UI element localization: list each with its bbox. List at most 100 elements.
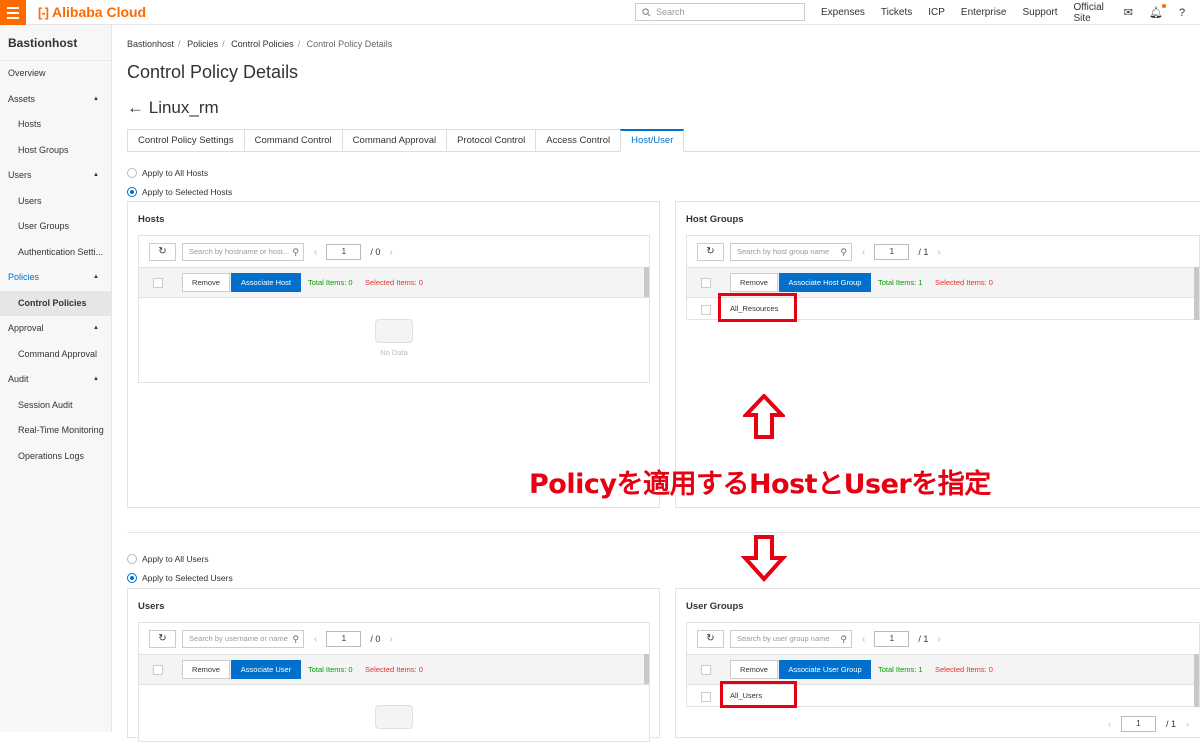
radio-apply-selected-users[interactable]: Apply to Selected Users: [127, 573, 233, 583]
nav-official-site[interactable]: Official Site: [1074, 2, 1108, 24]
sidebar-item-session-audit[interactable]: Session Audit: [0, 393, 111, 419]
refresh-icon[interactable]: ↻: [697, 630, 724, 648]
associate-host-button[interactable]: Associate Host: [231, 273, 301, 292]
associate-host-group-button[interactable]: Associate Host Group: [779, 273, 871, 292]
tab-command-approval[interactable]: Command Approval: [341, 129, 448, 152]
bell-icon[interactable]: 🔔︎: [1149, 4, 1166, 19]
next-page-icon[interactable]: ›: [937, 247, 940, 258]
sidebar-item-users[interactable]: Users: [0, 189, 111, 215]
prev-page-icon[interactable]: ‹: [862, 634, 865, 645]
row-checkbox[interactable]: [701, 692, 711, 702]
sidebar-item-command-approval[interactable]: Command Approval: [0, 342, 111, 368]
hosts-search-input[interactable]: Search by hostname or host... ⚲: [182, 243, 304, 261]
refresh-icon[interactable]: ↻: [149, 630, 176, 648]
radio-button[interactable]: [127, 554, 137, 564]
radio-button[interactable]: [127, 168, 137, 178]
scrollbar[interactable]: [644, 267, 649, 297]
search-icon[interactable]: ⚲: [840, 631, 847, 647]
refresh-icon[interactable]: ↻: [149, 243, 176, 261]
sidebar-item-overview[interactable]: Overview: [0, 61, 111, 87]
scrollbar[interactable]: [1194, 654, 1199, 707]
global-search-input[interactable]: Search: [635, 3, 805, 21]
help-icon[interactable]: ?: [1179, 7, 1185, 19]
hamburger-menu-icon[interactable]: [0, 0, 26, 25]
back-arrow-icon[interactable]: ←: [127, 98, 144, 117]
nav-icp[interactable]: ICP: [928, 7, 945, 18]
sidebar-item-real-time-monitoring[interactable]: Real-Time Monitoring: [0, 418, 111, 444]
associate-user-button[interactable]: Associate User: [231, 660, 301, 679]
search-icon[interactable]: ⚲: [292, 631, 299, 647]
prev-page-icon[interactable]: ‹: [314, 634, 317, 645]
user-groups-toolbar: ↻ Search by user group name ⚲ ‹ 1 / 1 ›: [697, 630, 941, 648]
prev-page-icon[interactable]: ‹: [314, 247, 317, 258]
radio-label: Apply to All Users: [142, 554, 209, 564]
tab-access-control[interactable]: Access Control: [535, 129, 622, 152]
page-input[interactable]: 1: [326, 631, 362, 647]
sidebar-group-policies[interactable]: Policies: [0, 265, 111, 291]
tab-control-policy-settings[interactable]: Control Policy Settings: [127, 129, 245, 152]
policy-name-header: ← Linux_rm: [127, 98, 219, 118]
nav-expenses[interactable]: Expenses: [821, 7, 865, 18]
sidebar-item-user-groups[interactable]: User Groups: [0, 214, 111, 240]
sidebar-item-host-groups[interactable]: Host Groups: [0, 138, 111, 164]
sidebar-item-control-policies[interactable]: Control Policies: [0, 290, 111, 316]
remove-button[interactable]: Remove: [730, 273, 778, 292]
page-input[interactable]: 1: [326, 244, 362, 260]
scrollbar[interactable]: [644, 654, 649, 684]
breadcrumb-policies[interactable]: Policies: [187, 39, 218, 49]
radio-button[interactable]: [127, 573, 137, 583]
select-all-checkbox[interactable]: [701, 278, 711, 288]
next-page-icon[interactable]: ›: [1186, 719, 1189, 729]
search-placeholder: Search by username or name: [189, 634, 288, 643]
users-search-input[interactable]: Search by username or name ⚲: [182, 630, 304, 648]
tab-host-user[interactable]: Host/User: [620, 129, 685, 152]
host-groups-search-input[interactable]: Search by host group name ⚲: [730, 243, 852, 261]
radio-apply-all-users[interactable]: Apply to All Users: [127, 554, 209, 564]
next-page-icon[interactable]: ›: [937, 634, 940, 645]
selected-items: Selected Items: 0: [365, 665, 423, 674]
nav-tickets[interactable]: Tickets: [881, 7, 912, 18]
sidebar-item-operations-logs[interactable]: Operations Logs: [0, 444, 111, 470]
search-icon[interactable]: ⚲: [292, 244, 299, 260]
page-input[interactable]: 1: [874, 244, 910, 260]
annotation-text: Policyを適用するHostとUserを指定: [529, 469, 991, 500]
associate-user-group-button[interactable]: Associate User Group: [779, 660, 871, 679]
sidebar-group-audit[interactable]: Audit: [0, 367, 111, 393]
breadcrumb-bastionhost[interactable]: Bastionhost: [127, 39, 174, 49]
users-panel-title: Users: [138, 601, 165, 612]
radio-button[interactable]: [127, 187, 137, 197]
sidebar-item-hosts[interactable]: Hosts: [0, 112, 111, 138]
select-all-checkbox[interactable]: [701, 665, 711, 675]
message-icon[interactable]: ✉: [1124, 6, 1133, 19]
prev-page-icon[interactable]: ‹: [862, 247, 865, 258]
page-input[interactable]: 1: [874, 631, 910, 647]
page-input[interactable]: 1: [1121, 716, 1156, 732]
sidebar-group-users[interactable]: Users: [0, 163, 111, 189]
select-all-checkbox[interactable]: [153, 278, 163, 288]
nav-enterprise[interactable]: Enterprise: [961, 7, 1007, 18]
user-groups-search-input[interactable]: Search by user group name ⚲: [730, 630, 852, 648]
scrollbar[interactable]: [1194, 267, 1199, 320]
next-page-icon[interactable]: ›: [389, 247, 392, 258]
radio-apply-all-hosts[interactable]: Apply to All Hosts: [127, 168, 208, 178]
sidebar-group-approval[interactable]: Approval: [0, 316, 111, 342]
breadcrumb-control-policies[interactable]: Control Policies: [231, 39, 294, 49]
sidebar-group-assets[interactable]: Assets: [0, 87, 111, 113]
radio-apply-selected-hosts[interactable]: Apply to Selected Hosts: [127, 187, 232, 197]
remove-button[interactable]: Remove: [182, 660, 230, 679]
refresh-icon[interactable]: ↻: [697, 243, 724, 261]
search-icon[interactable]: ⚲: [840, 244, 847, 260]
tab-protocol-control[interactable]: Protocol Control: [446, 129, 537, 152]
remove-button[interactable]: Remove: [182, 273, 230, 292]
next-page-icon[interactable]: ›: [389, 634, 392, 645]
prev-page-icon[interactable]: ‹: [1108, 719, 1111, 729]
hosts-toolbar: ↻ Search by hostname or host... ⚲ ‹ 1 / 0…: [149, 243, 393, 261]
nav-support[interactable]: Support: [1022, 7, 1057, 18]
tab-command-control[interactable]: Command Control: [243, 129, 343, 152]
alibaba-cloud-logo[interactable]: [-] Alibaba Cloud: [38, 4, 146, 20]
page-title: Control Policy Details: [127, 62, 299, 82]
remove-button[interactable]: Remove: [730, 660, 778, 679]
select-all-checkbox[interactable]: [153, 665, 163, 675]
row-checkbox[interactable]: [701, 305, 711, 315]
sidebar-item-authentication-settings[interactable]: Authentication Setti...: [0, 240, 111, 266]
